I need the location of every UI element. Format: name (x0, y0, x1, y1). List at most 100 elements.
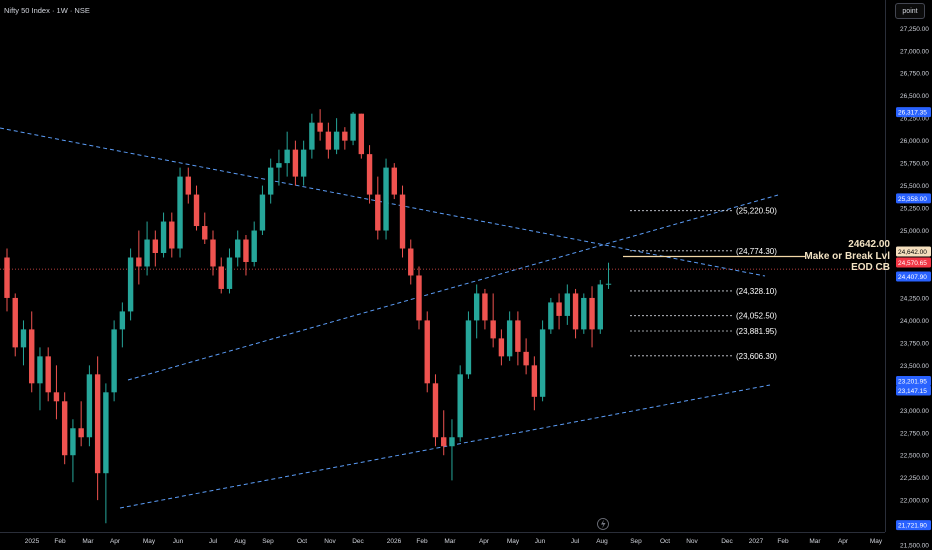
x-tick-label: Jul (571, 538, 580, 545)
candle-body (432, 383, 439, 438)
x-tick-label: Jun (173, 538, 184, 545)
candle-body (366, 154, 373, 195)
scale-mode-button[interactable]: point (895, 3, 925, 19)
y-tick-label: 22,500.00 (900, 453, 929, 460)
x-tick-label: 2026 (387, 538, 402, 545)
candle-body (210, 239, 216, 267)
x-tick-label: Dec (721, 538, 733, 545)
candle-body (45, 356, 51, 393)
candle-body (539, 329, 546, 397)
x-tick-label: Apr (110, 538, 121, 545)
candle-body (267, 167, 274, 195)
candle-body (589, 297, 595, 330)
price-tag-label: 23,147.15 (898, 388, 927, 395)
price-tag-label: 21,721.90 (898, 523, 927, 530)
candle-body (53, 392, 60, 402)
candle-body (284, 149, 290, 164)
price-tag-label: 24,642.00 (898, 249, 927, 256)
x-tick-label: Feb (54, 538, 66, 545)
candle-body (111, 329, 117, 393)
price-tag-label: 26,317.35 (898, 110, 927, 117)
candle-body (169, 221, 175, 249)
x-tick-label: Apr (479, 538, 490, 545)
candle-body (160, 221, 167, 253)
level-label: (24,052.50) (736, 312, 777, 321)
candle-body (20, 329, 27, 348)
candle-body (457, 374, 463, 438)
candle-body (449, 437, 455, 447)
y-tick-label: 26,500.00 (900, 93, 929, 100)
candle-body (144, 239, 150, 267)
x-tick-label: Oct (297, 538, 307, 545)
y-tick-label: 22,750.00 (900, 430, 929, 437)
price-tag-label: 24,407.90 (898, 274, 927, 281)
y-tick-label: 27,000.00 (900, 48, 929, 55)
x-tick-label: May (143, 538, 156, 545)
x-tick-label: May (870, 538, 883, 545)
candle-body (185, 176, 191, 195)
candle-body (515, 320, 521, 352)
x-tick-label: Jun (535, 538, 546, 545)
candle-body (259, 194, 266, 231)
y-tick-label: 25,500.00 (900, 183, 929, 190)
level-label: (23,881.95) (736, 327, 777, 336)
x-tick-label: Feb (416, 538, 428, 545)
candle-body (309, 122, 315, 150)
x-tick-label: Aug (596, 538, 608, 545)
candle-body (243, 239, 249, 262)
candle-body (531, 365, 538, 397)
candle-body (177, 176, 183, 249)
chart-background (0, 0, 932, 550)
y-tick-label: 25,000.00 (900, 228, 929, 235)
candle-body (4, 257, 10, 298)
y-tick-label: 21,500.00 (900, 543, 929, 550)
x-tick-label: Nov (324, 538, 336, 545)
chart-title: Nifty 50 Index · 1W · NSE (4, 6, 90, 15)
candle-body (152, 239, 159, 253)
candle-body (325, 131, 332, 150)
y-tick-label: 23,000.00 (900, 408, 929, 415)
x-tick-label: Aug (234, 538, 246, 545)
price-tag-label: 23,201.95 (898, 379, 927, 386)
candle-body (383, 167, 389, 231)
x-tick-label: Mar (82, 538, 94, 545)
candle-body (226, 257, 233, 289)
x-tick-label: May (507, 538, 520, 545)
candle-body (416, 275, 422, 321)
x-tick-label: 2025 (25, 538, 40, 545)
candle-body (342, 131, 348, 141)
candle-body (473, 293, 480, 321)
candle-body (29, 329, 35, 384)
candle-body (136, 257, 142, 267)
y-tick-label: 24,250.00 (900, 295, 929, 302)
y-tick-label: 25,750.00 (900, 161, 929, 168)
y-tick-label: 26,750.00 (900, 71, 929, 78)
candle-body (300, 149, 307, 177)
candle-body (358, 113, 365, 155)
candle-body (193, 194, 200, 227)
level-label: (25,220.50) (736, 207, 777, 216)
candle-body (292, 149, 299, 177)
price-chart[interactable]: 27,250.0027,000.0026,750.0026,500.0026,2… (0, 0, 932, 550)
y-tick-label: 23,500.00 (900, 363, 929, 370)
price-tag-label: 25,358.00 (898, 196, 927, 203)
candle-body (78, 428, 84, 438)
candle-body (498, 338, 505, 357)
candle-body (572, 293, 579, 330)
candle-body (218, 266, 224, 289)
x-tick-label: Sep (262, 538, 274, 545)
candle-body (103, 392, 109, 474)
candle-body (317, 122, 323, 132)
candle-body (506, 320, 513, 357)
candle-body (482, 293, 488, 321)
candle-body (350, 113, 356, 141)
x-tick-label: Dec (352, 538, 364, 545)
candle-body (127, 257, 134, 312)
level-label: (24,774.30) (736, 247, 777, 256)
x-tick-label: Nov (686, 538, 698, 545)
candle-body (581, 297, 587, 330)
y-tick-label: 22,000.00 (900, 498, 929, 505)
candle-body (564, 293, 571, 316)
candle-body (70, 428, 76, 456)
candle-body (119, 311, 126, 330)
